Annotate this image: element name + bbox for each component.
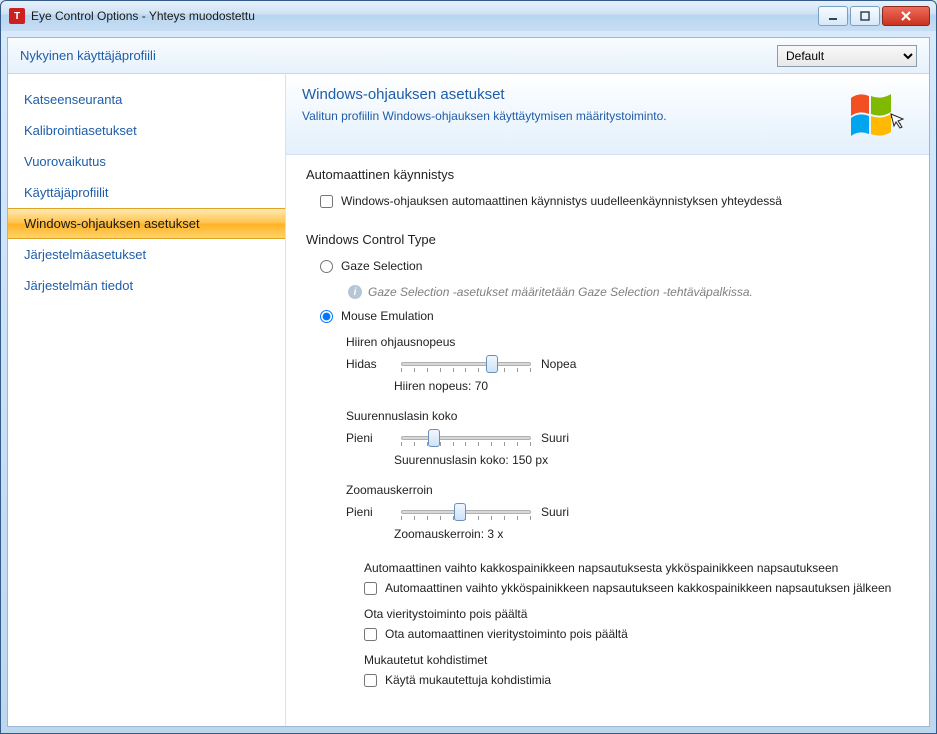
sidebar-item-system-settings[interactable]: Järjestelmäasetukset — [8, 239, 285, 270]
mouse-emulation-panel: Hiiren ohjausnopeus Hidas Nopea H — [346, 335, 913, 695]
sidebar-item-gazetracking[interactable]: Katseenseuranta — [8, 84, 285, 115]
mouse-speed-slider[interactable] — [401, 353, 531, 375]
minimize-button[interactable] — [818, 6, 848, 26]
app-window: T Eye Control Options - Yhteys muodostet… — [0, 0, 937, 734]
autoswitch-checkbox[interactable] — [364, 582, 377, 595]
mouse-speed-value: Hiiren nopeus: 70 — [346, 375, 913, 399]
body: Katseenseuranta Kalibrointiasetukset Vuo… — [8, 74, 929, 726]
app-icon: T — [9, 8, 25, 24]
controltype-heading: Windows Control Type — [306, 232, 913, 247]
param-magnifier-size: Suurennuslasin koko Pieni Suuri S — [346, 409, 913, 473]
sidebar-item-interaction[interactable]: Vuorovaikutus — [8, 146, 285, 177]
window-title: Eye Control Options - Yhteys muodostettu — [31, 9, 255, 23]
section-controltype: Windows Control Type Gaze Selection i Ga… — [286, 220, 929, 699]
cursors-checkbox[interactable] — [364, 674, 377, 687]
zoom-factor-slider[interactable] — [401, 501, 531, 523]
magnifier-min: Pieni — [346, 431, 391, 445]
magnifier-size-title: Suurennuslasin koko — [346, 409, 913, 423]
sidebar-item-windows-control[interactable]: Windows-ohjauksen asetukset — [8, 208, 285, 239]
info-icon: i — [348, 285, 362, 299]
autostart-heading: Automaattinen käynnistys — [306, 167, 913, 182]
profile-label: Nykyinen käyttäjäprofiili — [20, 48, 156, 63]
page-description: Valitun profiilin Windows-ohjauksen käyt… — [302, 109, 849, 123]
sidebar-item-calibration[interactable]: Kalibrointiasetukset — [8, 115, 285, 146]
gaze-selection-note: i Gaze Selection -asetukset määritetään … — [306, 281, 913, 307]
param-zoom-factor: Zoomauskerroin Pieni Suuri Zoomau — [346, 483, 913, 547]
sidebar-item-system-info[interactable]: Järjestelmän tiedot — [8, 270, 285, 301]
zoom-max: Suuri — [541, 505, 586, 519]
maximize-button[interactable] — [850, 6, 880, 26]
mouse-speed-max: Nopea — [541, 357, 586, 371]
scrolloff-checkbox[interactable] — [364, 628, 377, 641]
windows-logo-icon — [849, 86, 913, 138]
mouse-speed-min: Hidas — [346, 357, 391, 371]
magnifier-size-slider[interactable] — [401, 427, 531, 449]
slider-thumb[interactable] — [428, 429, 440, 447]
gaze-selection-label: Gaze Selection — [341, 259, 422, 273]
autostart-checkbox[interactable] — [320, 195, 333, 208]
page-header: Windows-ohjauksen asetukset Valitun prof… — [286, 74, 929, 155]
profile-select[interactable]: Default — [777, 45, 917, 67]
cursors-heading: Mukautetut kohdistimet — [346, 649, 913, 671]
autostart-checkbox-label: Windows-ohjauksen automaattinen käynnist… — [341, 194, 782, 208]
sidebar-item-profiles[interactable]: Käyttäjäprofiilit — [8, 177, 285, 208]
mouse-emulation-radio[interactable] — [320, 310, 333, 323]
titlebar: T Eye Control Options - Yhteys muodostet… — [1, 1, 936, 31]
slider-thumb[interactable] — [454, 503, 466, 521]
autoswitch-checkbox-label: Automaattinen vaihto ykköspainikkeen nap… — [385, 581, 891, 595]
zoom-min: Pieni — [346, 505, 391, 519]
cursors-checkbox-label: Käytä mukautettuja kohdistimia — [385, 673, 551, 687]
scrolloff-heading: Ota vieritystoiminto pois päältä — [346, 603, 913, 625]
client-area: Nykyinen käyttäjäprofiili Default Katsee… — [7, 37, 930, 727]
zoom-factor-title: Zoomauskerroin — [346, 483, 913, 497]
close-button[interactable] — [882, 6, 930, 26]
content: Windows-ohjauksen asetukset Valitun prof… — [286, 74, 929, 726]
zoom-value: Zoomauskerroin: 3 x — [346, 523, 913, 547]
magnifier-max: Suuri — [541, 431, 586, 445]
magnifier-value: Suurennuslasin koko: 150 px — [346, 449, 913, 473]
window-buttons — [818, 6, 930, 26]
param-mouse-speed: Hiiren ohjausnopeus Hidas Nopea H — [346, 335, 913, 399]
mouse-speed-title: Hiiren ohjausnopeus — [346, 335, 913, 349]
profile-bar: Nykyinen käyttäjäprofiili Default — [8, 38, 929, 74]
sidebar: Katseenseuranta Kalibrointiasetukset Vuo… — [8, 74, 286, 726]
slider-thumb[interactable] — [486, 355, 498, 373]
mouse-emulation-label: Mouse Emulation — [341, 309, 434, 323]
gaze-selection-radio[interactable] — [320, 260, 333, 273]
scrolloff-checkbox-label: Ota automaattinen vieritystoiminto pois … — [385, 627, 628, 641]
autoswitch-heading: Automaattinen vaihto kakkospainikkeen na… — [346, 557, 913, 579]
section-autostart: Automaattinen käynnistys Windows-ohjauks… — [286, 155, 929, 220]
page-title: Windows-ohjauksen asetukset — [302, 86, 849, 103]
